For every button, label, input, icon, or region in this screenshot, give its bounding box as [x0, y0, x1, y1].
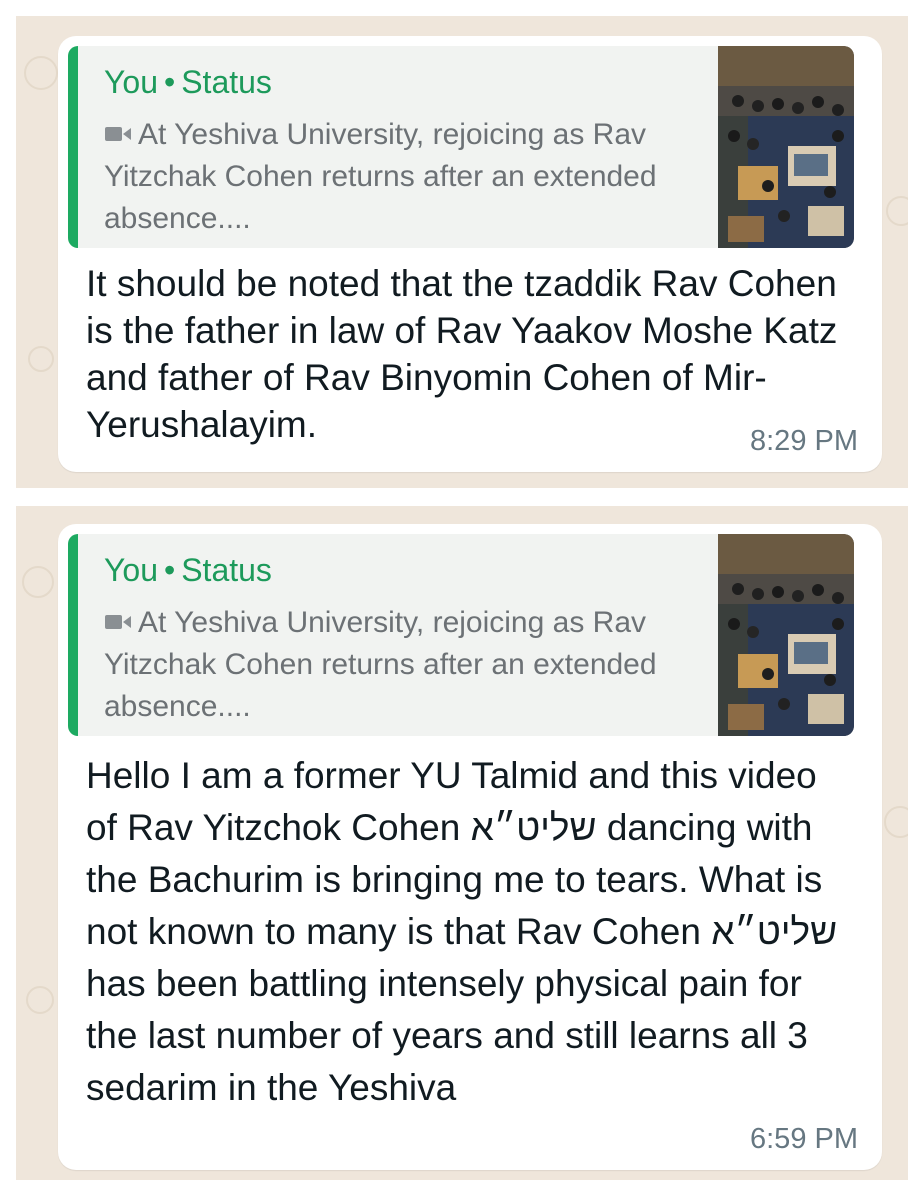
outgoing-message-bubble[interactable]: You • Status At Yeshiva University, rejoic… — [58, 524, 882, 1170]
message-text: It should be noted that the tzaddik Rav … — [86, 263, 838, 445]
message-timestamp: 8:29 PM — [750, 425, 858, 457]
quote-text: At Yeshiva University, rejoicing as Rav … — [104, 602, 704, 728]
separator-dot: • — [164, 64, 176, 100]
chat-panel: You • Status At Yeshiva University, rejoic… — [16, 16, 908, 488]
status-video-thumbnail[interactable] — [718, 46, 854, 248]
quote-caption: At Yeshiva University, rejoicing as Rav … — [104, 606, 657, 723]
quote-accent-bar — [68, 46, 78, 248]
quoted-status-reply[interactable]: You • Status At Yeshiva University, rejoic… — [68, 534, 854, 736]
wallpaper-doodle — [26, 986, 54, 1014]
quote-source: Status — [181, 552, 272, 588]
quote-caption: At Yeshiva University, rejoicing as Rav … — [104, 118, 657, 235]
outgoing-message-bubble[interactable]: You • Status At Yeshiva University, rejoic… — [58, 36, 882, 472]
chat-panel: You • Status At Yeshiva University, rejoic… — [16, 506, 908, 1180]
video-camera-icon — [105, 127, 131, 141]
wallpaper-doodle — [886, 196, 908, 226]
quote-author: You — [104, 552, 158, 588]
quote-header: You • Status — [104, 552, 272, 589]
video-camera-icon — [105, 615, 131, 629]
wallpaper-doodle — [24, 56, 58, 90]
message-text: Hello I am a former YU Talmid and this v… — [86, 755, 838, 1108]
quote-source: Status — [181, 64, 272, 100]
quote-text: At Yeshiva University, rejoicing as Rav … — [104, 114, 704, 240]
wallpaper-doodle — [28, 346, 54, 372]
wallpaper-doodle — [22, 566, 54, 598]
quote-header: You • Status — [104, 64, 272, 101]
quote-accent-bar — [68, 534, 78, 736]
quoted-status-reply[interactable]: You • Status At Yeshiva University, rejoic… — [68, 46, 854, 248]
quote-author: You — [104, 64, 158, 100]
status-video-thumbnail[interactable] — [718, 534, 854, 736]
message-timestamp: 6:59 PM — [750, 1123, 858, 1155]
wallpaper-doodle — [884, 806, 908, 838]
separator-dot: • — [164, 552, 176, 588]
